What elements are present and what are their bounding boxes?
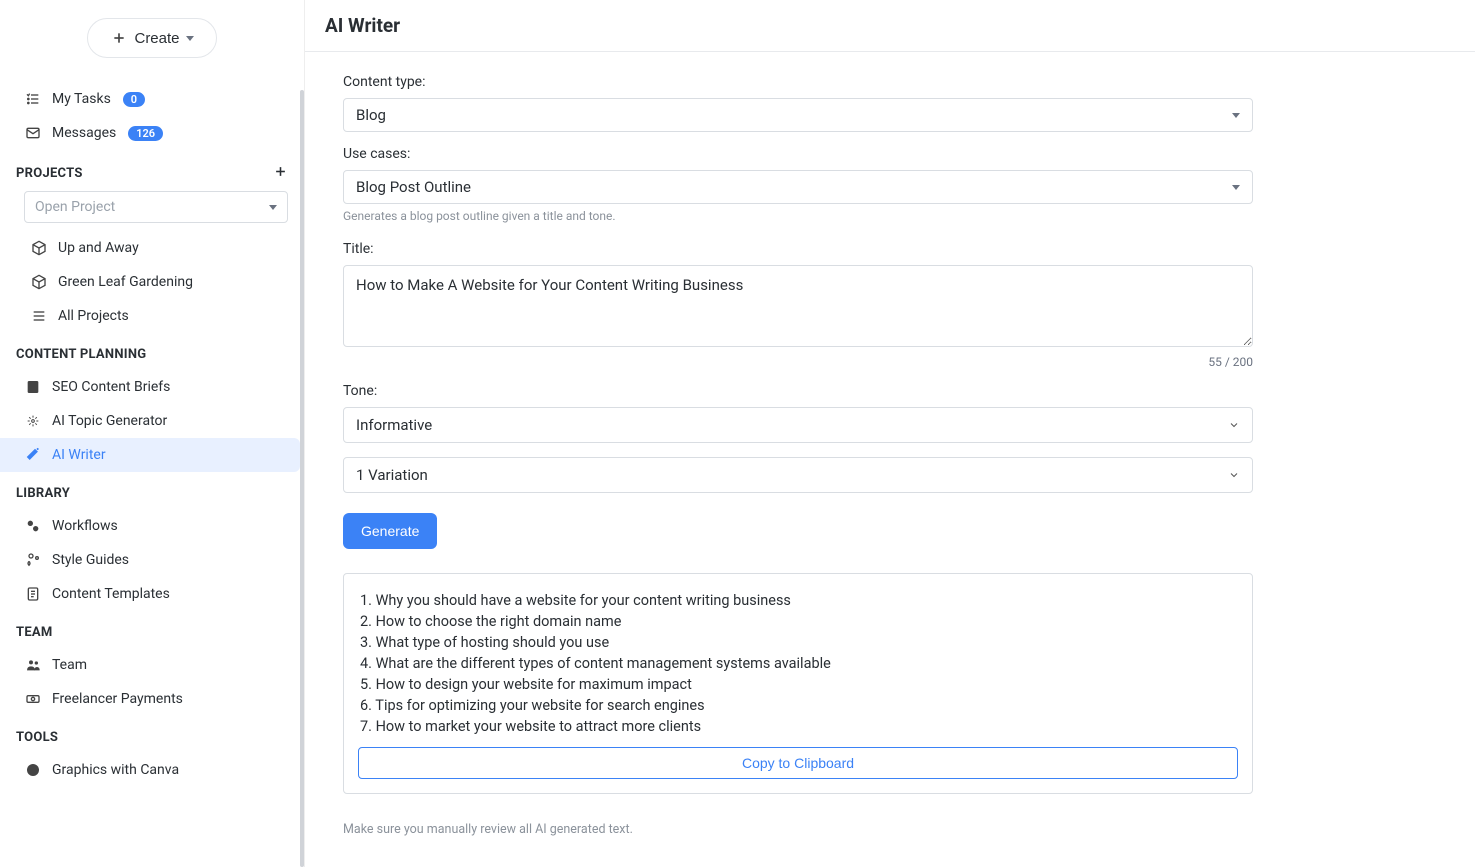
nav-ai-writer[interactable]: AI Writer [0,438,300,472]
select-placeholder: Open Project [35,199,115,215]
gear-icon [24,517,42,535]
nav-label: Graphics with Canva [52,762,179,778]
result-item: 2. How to choose the right domain name [360,611,1236,632]
result-item: 6. Tips for optimizing your website for … [360,695,1236,716]
project-label: Green Leaf Gardening [58,274,193,290]
nav-seo-briefs[interactable]: SEO Content Briefs [0,370,304,404]
nav-label: AI Topic Generator [52,413,167,429]
project-label: Up and Away [58,240,139,256]
nav-ai-topic[interactable]: AI Topic Generator [0,404,304,438]
nav-team[interactable]: Team [0,648,304,682]
create-label: Create [134,30,179,47]
nav-label: My Tasks [52,91,111,107]
project-item[interactable]: Up and Away [0,231,304,265]
tone-label: Tone: [343,383,1253,399]
sparkle-icon [24,412,42,430]
select-value: Blog [356,106,386,124]
page-header: AI Writer [305,0,1475,52]
page-title: AI Writer [325,14,1455,37]
add-project-icon[interactable] [273,164,288,183]
section-header-team: TEAM [0,611,304,648]
badge-count: 0 [123,92,145,107]
people-icon [24,656,42,674]
content-type-label: Content type: [343,74,1253,90]
use-cases-hint: Generates a blog post outline given a ti… [343,209,1253,223]
brief-icon [24,378,42,396]
title-label: Title: [343,241,1253,257]
nav-label: SEO Content Briefs [52,379,170,395]
chevron-down-icon [1232,113,1240,118]
copy-clipboard-button[interactable]: Copy to Clipboard [358,747,1238,779]
use-cases-select[interactable]: Blog Post Outline [343,170,1253,204]
result-item: 7. How to market your website to attract… [360,716,1236,737]
title-input[interactable] [343,265,1253,347]
nav-label: Messages [52,125,116,141]
review-note: Make sure you manually review all AI gen… [343,822,1253,837]
chevron-down-icon [269,205,277,210]
cube-icon [30,239,48,257]
money-icon [24,690,42,708]
tasks-icon [24,90,42,108]
section-header-content-planning: CONTENT PLANNING [0,333,304,370]
section-title: LIBRARY [16,486,70,501]
nav-label: Style Guides [52,552,129,568]
result-item: 3. What type of hosting should you use [360,632,1236,653]
chevron-down-icon [1232,185,1240,190]
nav-my-tasks[interactable]: My Tasks 0 [0,82,304,116]
section-header-tools: TOOLS [0,716,304,753]
nav-label: Team [52,657,87,673]
badge-count: 126 [128,126,163,141]
scrollbar[interactable] [300,90,304,867]
nav-label: Content Templates [52,586,170,602]
open-project-select[interactable]: Open Project [24,191,288,223]
result-item: 1. Why you should have a website for you… [360,590,1236,611]
plus-icon [110,29,128,47]
document-icon [24,585,42,603]
nav-messages[interactable]: Messages 126 [0,116,304,150]
chevron-down-icon [1228,419,1240,431]
project-label: All Projects [58,308,129,324]
project-item-all[interactable]: All Projects [0,299,304,333]
nav-freelancer-payments[interactable]: Freelancer Payments [0,682,304,716]
chevron-down-icon [1228,469,1240,481]
nav-label: Freelancer Payments [52,691,183,707]
tone-select[interactable]: Informative [343,407,1253,443]
section-title: CONTENT PLANNING [16,347,146,362]
select-value: 1 Variation [356,466,428,484]
menu-icon [30,307,48,325]
project-item[interactable]: Green Leaf Gardening [0,265,304,299]
generate-button[interactable]: Generate [343,513,437,549]
section-title: TEAM [16,625,53,640]
nav-label: Workflows [52,518,118,534]
variation-select[interactable]: 1 Variation [343,457,1253,493]
section-header-library: LIBRARY [0,472,304,509]
content-type-select[interactable]: Blog [343,98,1253,132]
form-area: Content type: Blog Use cases: Blog Post … [305,52,1475,867]
section-title: PROJECTS [16,166,83,181]
nav-content-templates[interactable]: Content Templates [0,577,304,611]
chevron-down-icon [186,36,194,41]
create-button[interactable]: Create [87,18,216,58]
nav-style-guides[interactable]: Style Guides [0,543,304,577]
char-count: 55 / 200 [343,355,1253,369]
nav-graphics-canva[interactable]: Graphics with Canva [0,753,304,787]
section-title: TOOLS [16,730,58,745]
result-item: 5. How to design your website for maximu… [360,674,1236,695]
result-list: 1. Why you should have a website for you… [358,590,1238,747]
canva-icon [24,761,42,779]
section-header-projects: PROJECTS [0,150,304,191]
cube-icon [30,273,48,291]
nav-label: AI Writer [52,447,106,463]
nav-workflows[interactable]: Workflows [0,509,304,543]
select-value: Informative [356,416,432,434]
palette-icon [24,551,42,569]
mail-icon [24,124,42,142]
use-cases-label: Use cases: [343,146,1253,162]
wand-icon [24,446,42,464]
main-content: AI Writer Content type: Blog Use cases: … [305,0,1475,867]
result-box: 1. Why you should have a website for you… [343,573,1253,794]
select-value: Blog Post Outline [356,178,471,196]
result-item: 4. What are the different types of conte… [360,653,1236,674]
sidebar: Create My Tasks 0 Messages 126 PROJECTS [0,0,305,867]
